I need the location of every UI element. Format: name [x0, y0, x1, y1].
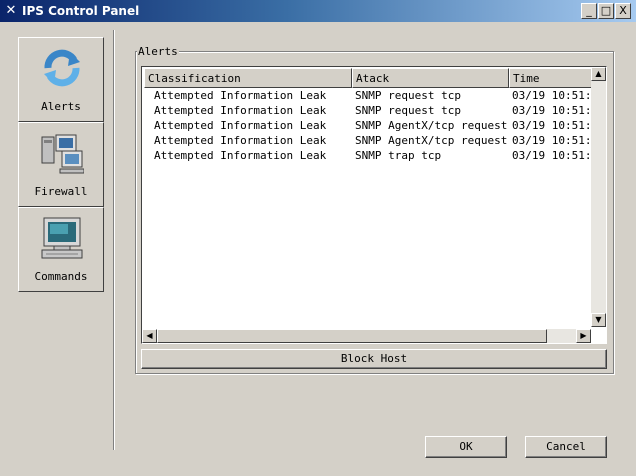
- cell-classification: Attempted Information Leak: [154, 149, 327, 162]
- app-icon: ✕: [5, 3, 17, 18]
- block-host-button[interactable]: Block Host: [141, 349, 607, 369]
- cell-time: 03/19 10:51:: [512, 104, 591, 117]
- table-header: Classification Atack Time: [144, 68, 591, 88]
- sidebar-item-label: Alerts: [41, 100, 81, 113]
- cell-time: 03/19 10:51:: [512, 89, 591, 102]
- ips-control-panel-window: ✕ IPS Control Panel _ □ X Alerts Firewal…: [0, 0, 636, 476]
- table-row[interactable]: Attempted Information Leak SNMP request …: [144, 88, 591, 103]
- minimize-button[interactable]: _: [581, 3, 597, 19]
- computer-terminal-icon: [41, 217, 83, 259]
- cell-time: 03/19 10:51:: [512, 149, 591, 162]
- title-bar[interactable]: ✕ IPS Control Panel _ □ X: [0, 0, 636, 22]
- table-row[interactable]: Attempted Information Leak SNMP request …: [144, 103, 591, 118]
- scroll-up-button[interactable]: ▲: [591, 67, 606, 81]
- scroll-down-button[interactable]: ▼: [591, 313, 606, 327]
- alerts-group-title: Alerts: [137, 45, 179, 59]
- divider: [113, 30, 115, 450]
- horizontal-scrollbar[interactable]: ◀ ▶: [142, 329, 591, 343]
- cell-attack: SNMP AgentX/tcp request: [355, 119, 507, 132]
- table-row[interactable]: Attempted Information Leak SNMP AgentX/t…: [144, 118, 591, 133]
- vertical-scrollbar[interactable]: ▲ ▼: [591, 67, 606, 327]
- scroll-left-button[interactable]: ◀: [142, 329, 157, 343]
- scroll-right-button[interactable]: ▶: [576, 329, 591, 343]
- sidebar-item-firewall[interactable]: Firewall: [18, 122, 104, 207]
- table-body: Attempted Information Leak SNMP request …: [144, 88, 591, 328]
- cell-classification: Attempted Information Leak: [154, 89, 327, 102]
- sidebar-item-label: Firewall: [34, 185, 88, 198]
- sidebar-item-alerts[interactable]: Alerts: [18, 37, 104, 122]
- table-row[interactable]: Attempted Information Leak SNMP AgentX/t…: [144, 133, 591, 148]
- cell-classification: Attempted Information Leak: [154, 134, 327, 147]
- cancel-button[interactable]: Cancel: [525, 436, 607, 458]
- cell-classification: Attempted Information Leak: [154, 104, 327, 117]
- cell-time: 03/19 10:51:: [512, 119, 591, 132]
- cell-attack: SNMP AgentX/tcp request: [355, 134, 507, 147]
- sidebar-item-commands[interactable]: Commands: [18, 207, 104, 292]
- refresh-arrows-icon: [44, 49, 80, 87]
- sidebar-nav: Alerts Firewall Commands: [18, 37, 104, 292]
- cell-attack: SNMP request tcp: [355, 104, 461, 117]
- column-header-classification[interactable]: Classification: [144, 68, 352, 88]
- window-title: IPS Control Panel: [22, 4, 140, 18]
- column-header-attack[interactable]: Atack: [352, 68, 509, 88]
- sidebar-item-label: Commands: [34, 270, 88, 283]
- ok-button[interactable]: OK: [425, 436, 507, 458]
- cell-time: 03/19 10:51:: [512, 134, 591, 147]
- close-button[interactable]: X: [615, 3, 631, 19]
- table-row[interactable]: Attempted Information Leak SNMP trap tcp…: [144, 148, 591, 163]
- horizontal-scroll-thumb[interactable]: [157, 329, 547, 343]
- firewall-computers-icon: [41, 134, 84, 174]
- cell-attack: SNMP request tcp: [355, 89, 461, 102]
- column-header-time[interactable]: Time: [509, 68, 591, 88]
- maximize-button[interactable]: □: [598, 3, 614, 19]
- alerts-table: Classification Atack Time Attempted Info…: [141, 66, 607, 344]
- cell-attack: SNMP trap tcp: [355, 149, 442, 162]
- cell-classification: Attempted Information Leak: [154, 119, 327, 132]
